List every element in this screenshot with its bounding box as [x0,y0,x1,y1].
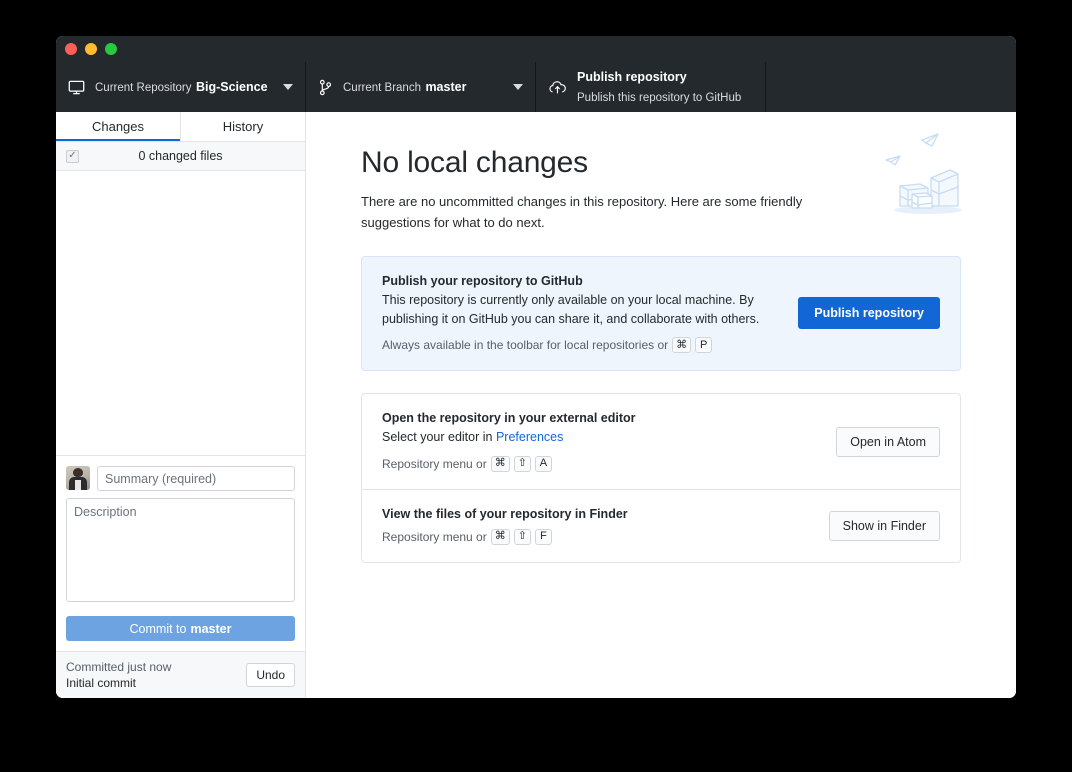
current-repository-dropdown[interactable]: Current Repository Big-Science [56,62,306,112]
commit-status-bar: Committed just now Initial commit Undo [56,651,305,698]
key-f: F [534,528,552,545]
suggestion-row-editor: Open the repository in your external edi… [362,394,960,488]
suggestion-body: View the files of your repository in Fin… [382,507,813,545]
publish-repository-button[interactable]: Publish repository [798,297,940,330]
editor-desc-prefix: Select your editor in [382,430,496,445]
cloud-upload-icon [548,79,567,96]
suggestion-row-publish: Publish your repository to GitHub This r… [362,257,960,371]
show-in-finder-button[interactable]: Show in Finder [828,510,940,541]
avatar [66,466,90,490]
suggestion-title: Open the repository in your external edi… [382,411,636,426]
publish-title: Publish repository [577,70,687,84]
current-branch-dropdown[interactable]: Current Branch master [306,62,536,112]
commit-description-input[interactable] [66,498,295,602]
current-branch-label: Current Branch [343,82,421,94]
toolbar: Current Repository Big-Science Current B… [56,62,1016,112]
tab-changes[interactable]: Changes [56,112,181,141]
preferences-link[interactable]: Preferences [496,430,563,444]
command-key-icon: ⌘ [490,528,510,545]
publish-subtitle: Publish this repository to GitHub [577,92,742,104]
chevron-down-icon [283,84,293,90]
commit-summary-input[interactable] [97,466,295,491]
hint-text: Repository menu or [382,456,487,471]
minimize-window-button[interactable] [85,43,97,55]
current-repository-value: Big-Science [195,80,268,94]
github-desktop-window: Current Repository Big-Science Current B… [56,36,1016,698]
page-title: No local changes [361,146,588,179]
sidebar-tabbar: Changes History [56,112,305,142]
check-icon: ✓ [68,150,77,161]
page-subtitle: There are no uncommitted changes in this… [361,194,803,230]
publish-repository-toolbar-button[interactable]: Publish repository Publish this reposito… [536,62,766,112]
command-key-icon: ⌘ [490,455,510,472]
chevron-down-icon [513,84,523,90]
suggestion-body: Open the repository in your external edi… [382,411,820,472]
suggestion-hint: Repository menu or ⌘ ⇧ A [382,455,820,472]
suggestion-body: Publish your repository to GitHub This r… [382,274,782,354]
select-all-checkbox[interactable]: ✓ [66,149,79,163]
open-in-atom-button[interactable]: Open in Atom [836,426,940,457]
shift-key-icon: ⇧ [513,455,531,472]
suggestion-title: Publish your repository to GitHub [382,273,583,288]
tab-history[interactable]: History [181,112,305,141]
command-key-icon: ⌘ [672,337,692,354]
desktop-icon [68,79,85,96]
status-commit-message: Initial commit [66,676,137,690]
body-split: Changes History ✓ 0 changed files Summar… [56,112,1016,698]
suggestion-card-group: Open the repository in your external edi… [361,393,961,563]
suggestion-title: View the files of your repository in Fin… [382,506,628,521]
changed-file-list [56,171,305,455]
suggestion-description: Select your editor in Preferences [382,428,782,447]
branch-icon [318,79,333,96]
hint-text: Repository menu or [382,529,487,544]
boxes-and-paper-planes-illustration [876,122,976,218]
undo-button[interactable]: Undo [246,663,295,687]
current-branch-value: master [425,80,467,94]
current-repository-label: Current Repository [95,82,192,94]
key-a: A [534,455,552,472]
key-p: P [695,337,713,354]
suggestion-hint: Repository menu or ⌘ ⇧ F [382,528,813,545]
suggestion-hint: Always available in the toolbar for loca… [382,337,782,354]
suggestion-card-publish: Publish your repository to GitHub This r… [361,255,961,372]
status-committed-time: Committed just now [66,659,172,674]
tab-changes-label: Changes [91,119,145,134]
suggestion-row-finder: View the files of your repository in Fin… [362,488,960,562]
title-bar [56,36,1016,62]
zoom-window-button[interactable] [105,43,117,55]
shift-key-icon: ⇧ [513,528,531,545]
commit-to-branch-button[interactable]: Commit to master [66,616,295,641]
tab-history-label: History [222,119,264,134]
commit-button-prefix: Commit to [129,621,187,636]
summary-row [66,466,295,491]
status-text: Committed just now Initial commit [66,659,238,691]
hint-text: Always available in the toolbar for loca… [382,338,669,353]
close-window-button[interactable] [65,43,77,55]
changed-files-count: 0 changed files [138,149,223,163]
changed-files-header: ✓ 0 changed files [56,142,305,171]
main-panel: No local changes There are no uncommitte… [306,112,1016,698]
suggestion-description: This repository is currently only availa… [382,292,760,326]
commit-form: Commit to master [56,455,305,651]
commit-button-branch: master [190,621,232,636]
sidebar: Changes History ✓ 0 changed files Summar… [56,112,306,698]
